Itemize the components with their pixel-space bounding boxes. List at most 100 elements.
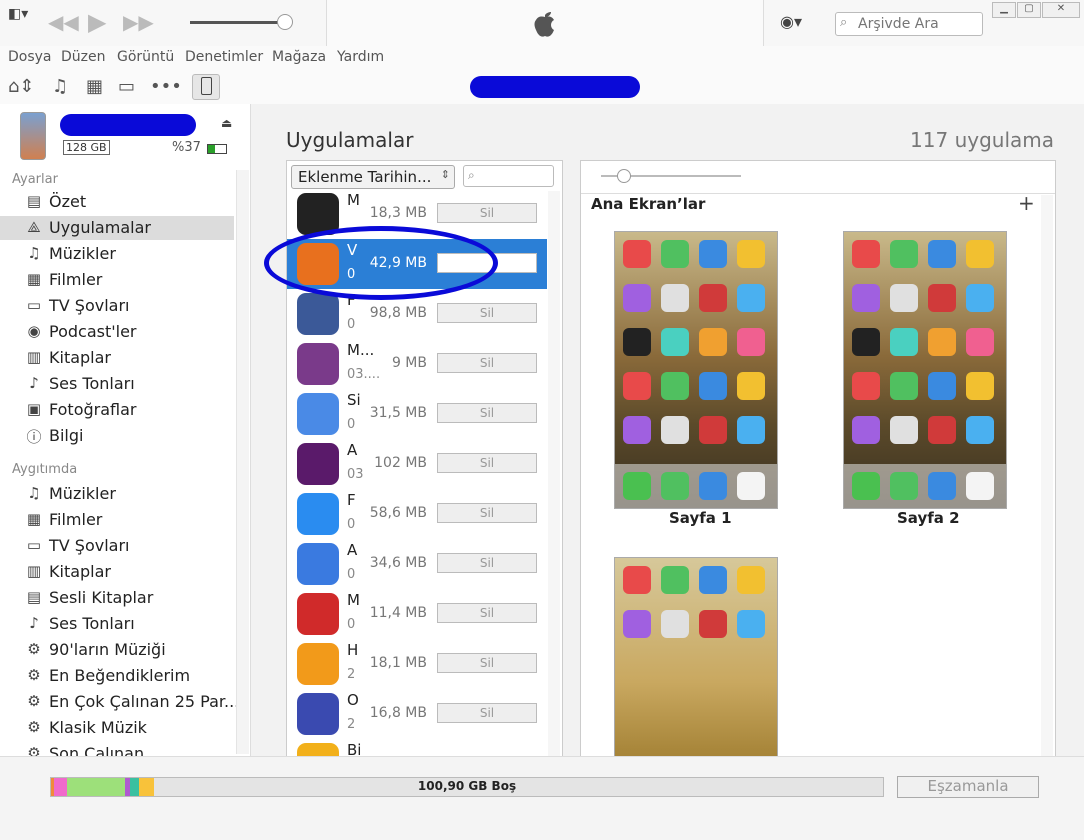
home-app-icon[interactable] bbox=[699, 240, 727, 268]
home-app-icon[interactable] bbox=[966, 372, 994, 400]
home-app-icon[interactable] bbox=[661, 416, 689, 444]
sidebar-device-item-10[interactable]: ⚙ Son Çalınan bbox=[0, 742, 234, 756]
minimize-button[interactable]: ▁ bbox=[992, 2, 1016, 18]
home-screens-scrollbar[interactable] bbox=[1041, 195, 1053, 759]
sort-dropdown[interactable]: Eklenme Tarihin... ⇕ bbox=[291, 165, 455, 189]
sync-button[interactable]: Eşzamanla bbox=[897, 776, 1039, 798]
home-app-icon[interactable] bbox=[928, 372, 956, 400]
home-app-icon[interactable] bbox=[928, 240, 956, 268]
home-app-icon[interactable] bbox=[623, 372, 651, 400]
home-app-icon[interactable] bbox=[890, 372, 918, 400]
sidebar-settings-item-2[interactable]: ♫ Müzikler bbox=[0, 242, 234, 266]
remove-app-button[interactable]: Sil bbox=[437, 203, 537, 223]
home-app-icon[interactable] bbox=[661, 566, 689, 594]
app-row[interactable]: A 0 34,6 MB Sil bbox=[287, 539, 547, 589]
home-app-icon[interactable] bbox=[661, 240, 689, 268]
home-app-icon[interactable] bbox=[737, 416, 765, 444]
sidebar-device-item-3[interactable]: ▥ Kitaplar bbox=[0, 560, 234, 584]
home-app-icon[interactable] bbox=[623, 284, 651, 312]
dock-app-icon[interactable] bbox=[890, 472, 918, 500]
app-row[interactable]: Si 0 31,5 MB Sil bbox=[287, 389, 547, 439]
sidebar-device-item-0[interactable]: ♫ Müzikler bbox=[0, 482, 234, 506]
home-app-icon[interactable] bbox=[699, 328, 727, 356]
sidebar-settings-item-8[interactable]: ▣ Fotoğraflar bbox=[0, 398, 234, 422]
search-input[interactable] bbox=[856, 14, 980, 34]
home-app-icon[interactable] bbox=[699, 566, 727, 594]
home-screen-page-1[interactable] bbox=[614, 231, 778, 509]
add-page-icon[interactable]: + bbox=[1018, 191, 1035, 215]
home-app-icon[interactable] bbox=[890, 416, 918, 444]
play-icon[interactable]: ▶ bbox=[88, 8, 106, 36]
home-app-icon[interactable] bbox=[966, 284, 994, 312]
rewind-icon[interactable]: ◀◀ bbox=[48, 10, 79, 34]
home-app-icon[interactable] bbox=[623, 416, 651, 444]
home-app-icon[interactable] bbox=[737, 610, 765, 638]
maximize-button[interactable]: ▢ bbox=[1017, 2, 1041, 18]
home-app-icon[interactable] bbox=[966, 416, 994, 444]
dock-app-icon[interactable] bbox=[661, 472, 689, 500]
home-app-icon[interactable] bbox=[928, 284, 956, 312]
menu-file[interactable]: Dosya bbox=[8, 49, 52, 65]
home-app-icon[interactable] bbox=[890, 284, 918, 312]
remove-app-button[interactable]: Sil bbox=[437, 353, 537, 373]
account-icon[interactable]: ◉▾ bbox=[780, 12, 802, 31]
app-row[interactable]: H 2 18,1 MB Sil bbox=[287, 639, 547, 689]
home-app-icon[interactable] bbox=[966, 240, 994, 268]
sidebar-settings-item-5[interactable]: ◉ Podcast'ler bbox=[0, 320, 234, 344]
sidebar-settings-item-7[interactable]: ♪ Ses Tonları bbox=[0, 372, 234, 396]
home-screen-page-2[interactable] bbox=[843, 231, 1007, 509]
search-box[interactable]: ⌕ bbox=[835, 12, 983, 36]
sidebar-settings-item-9[interactable]: ⓘ Bilgi bbox=[0, 424, 234, 448]
menu-view[interactable]: Görüntü bbox=[117, 49, 174, 65]
eject-icon[interactable]: ⏏ bbox=[221, 116, 232, 130]
movies-icon[interactable]: ▦ bbox=[86, 76, 103, 97]
sidebar-device-item-6[interactable]: ⚙ 90'ların Müziği bbox=[0, 638, 234, 662]
tv-icon[interactable]: ▭ bbox=[118, 76, 135, 97]
remove-app-button[interactable]: Sil bbox=[437, 603, 537, 623]
home-app-icon[interactable] bbox=[623, 240, 651, 268]
remove-app-button[interactable]: Sil bbox=[437, 453, 537, 473]
volume-slider[interactable] bbox=[190, 21, 286, 24]
sidebar-settings-item-4[interactable]: ▭ TV Şovları bbox=[0, 294, 234, 318]
home-app-icon[interactable] bbox=[737, 566, 765, 594]
sidebar-settings-item-1[interactable]: ⟁ Uygulamalar bbox=[0, 216, 234, 240]
device-button[interactable] bbox=[192, 74, 220, 100]
sidebar-device-item-5[interactable]: ♪ Ses Tonları bbox=[0, 612, 234, 636]
menu-store[interactable]: Mağaza bbox=[272, 49, 326, 65]
remove-app-button[interactable]: Sil bbox=[437, 553, 537, 573]
dock-app-icon[interactable] bbox=[623, 472, 651, 500]
home-app-icon[interactable] bbox=[737, 372, 765, 400]
home-app-icon[interactable] bbox=[737, 240, 765, 268]
home-app-icon[interactable] bbox=[852, 328, 880, 356]
zoom-knob[interactable] bbox=[617, 169, 631, 183]
sidebar-settings-item-6[interactable]: ▥ Kitaplar bbox=[0, 346, 234, 370]
remove-app-button[interactable]: Sil bbox=[437, 303, 537, 323]
home-app-icon[interactable] bbox=[928, 328, 956, 356]
home-app-icon[interactable] bbox=[852, 416, 880, 444]
home-app-icon[interactable] bbox=[699, 416, 727, 444]
sidebar-device-item-1[interactable]: ▦ Filmler bbox=[0, 508, 234, 532]
dock-app-icon[interactable] bbox=[852, 472, 880, 500]
dock-app-icon[interactable] bbox=[699, 472, 727, 500]
dock-app-icon[interactable] bbox=[737, 472, 765, 500]
device-thumbnail[interactable] bbox=[20, 112, 46, 160]
music-icon[interactable]: ♫ bbox=[52, 76, 68, 97]
sidebar-scrollbar[interactable] bbox=[236, 170, 249, 754]
app-menu-icon[interactable]: ◧▾ bbox=[8, 6, 28, 22]
remove-app-button[interactable]: Sil bbox=[437, 703, 537, 723]
home-app-icon[interactable] bbox=[623, 328, 651, 356]
home-app-icon[interactable] bbox=[661, 610, 689, 638]
home-icon[interactable]: ⌂⇕ bbox=[8, 76, 35, 97]
home-app-icon[interactable] bbox=[623, 610, 651, 638]
sidebar-settings-item-3[interactable]: ▦ Filmler bbox=[0, 268, 234, 292]
home-app-icon[interactable] bbox=[699, 284, 727, 312]
app-list-scrollbar[interactable] bbox=[548, 191, 560, 757]
volume-knob[interactable] bbox=[277, 14, 293, 30]
home-app-icon[interactable] bbox=[852, 284, 880, 312]
dock-app-icon[interactable] bbox=[966, 472, 994, 500]
remove-app-button[interactable]: Sil bbox=[437, 503, 537, 523]
sidebar-settings-item-0[interactable]: ▤ Özet bbox=[0, 190, 234, 214]
home-app-icon[interactable] bbox=[928, 416, 956, 444]
remove-app-button[interactable]: Sil bbox=[437, 403, 537, 423]
app-row[interactable]: F 0 58,6 MB Sil bbox=[287, 489, 547, 539]
